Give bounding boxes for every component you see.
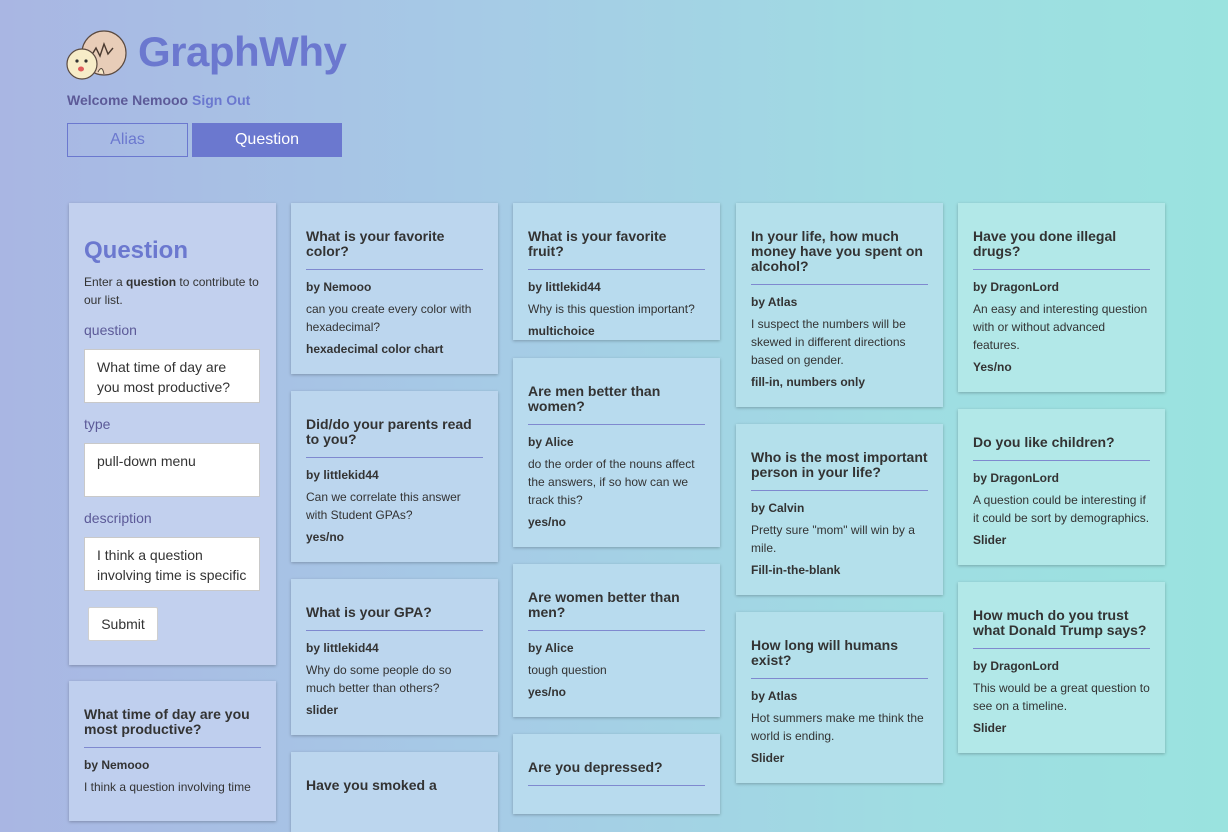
question-card[interactable]: What is your favorite color? by Nemooo c… (291, 203, 498, 374)
card-description: I think a question involving time (84, 780, 251, 794)
question-card[interactable]: How long will humans exist? by Atlas Hot… (736, 612, 943, 783)
welcome-text: Welcome Nemooo (67, 92, 189, 108)
card-type: multichoice (528, 324, 595, 338)
card-author: by DragonLord (973, 471, 1059, 485)
card-type: slider (306, 703, 339, 717)
card-description: An easy and interesting question with or… (973, 302, 1148, 352)
card-author: by littlekid44 (528, 280, 601, 294)
form-intro: Enter a question to contribute to our li… (84, 275, 259, 307)
card-author: by Nemooo (84, 758, 150, 772)
card-author: by Nemooo (306, 280, 372, 294)
submit-button[interactable]: Submit (88, 607, 158, 641)
card-title: Who is the most important person in your… (751, 450, 928, 491)
card-author: by Alice (528, 641, 574, 655)
question-card[interactable]: What time of day are you most productive… (69, 681, 276, 821)
card-description: do the order of the nouns affect the ans… (528, 457, 695, 507)
card-type: Slider (973, 721, 1007, 735)
card-title: Do you like children? (973, 435, 1150, 461)
question-card[interactable]: Do you like children? by DragonLord A qu… (958, 409, 1165, 565)
question-card[interactable]: Are you depressed? (513, 734, 720, 814)
card-title: What is your favorite color? (306, 229, 483, 270)
card-title: Did/do your parents read to you? (306, 417, 483, 458)
card-type: fill-in, numbers only (751, 375, 866, 389)
question-card[interactable]: How much do you trust what Donald Trump … (958, 582, 1165, 753)
card-description: Why do some people do so much better tha… (306, 663, 452, 695)
question-label: question (84, 322, 137, 338)
card-description: can you create every color with hexadeci… (306, 302, 472, 334)
card-title: What is your GPA? (306, 605, 483, 631)
card-description: Why is this question important? (528, 302, 695, 316)
card-description: Can we correlate this answer with Studen… (306, 490, 461, 522)
question-card[interactable]: Who is the most important person in your… (736, 424, 943, 595)
card-type: yes/no (306, 530, 345, 544)
question-card[interactable]: What is your GPA? by littlekid44 Why do … (291, 579, 498, 735)
card-title: Have you smoked a (306, 777, 437, 793)
question-card[interactable]: Are women better than men? by Alice toug… (513, 564, 720, 717)
card-title: Are you depressed? (528, 760, 705, 786)
card-title: In your life, how much money have you sp… (751, 229, 928, 285)
question-field[interactable]: What time of day are you most productive… (84, 349, 260, 403)
question-card[interactable]: In your life, how much money have you sp… (736, 203, 943, 407)
card-type: Yes/no (973, 360, 1012, 374)
description-field[interactable]: I think a question involving time is spe… (84, 537, 260, 591)
card-title: What is your favorite fruit? (528, 229, 705, 270)
card-type: Slider (751, 751, 785, 765)
card-author: by Calvin (751, 501, 805, 515)
card-author: by littlekid44 (306, 468, 379, 482)
app-title: GraphWhy (138, 28, 347, 75)
card-title: How much do you trust what Donald Trump … (973, 608, 1150, 649)
card-title: Are women better than men? (528, 590, 705, 631)
card-type: Fill-in-the-blank (751, 563, 841, 577)
question-card[interactable]: Have you done illegal drugs? by DragonLo… (958, 203, 1165, 392)
card-type: yes/no (528, 515, 567, 529)
tab-alias[interactable]: Alias (67, 123, 188, 157)
welcome-bar: Welcome Nemooo Sign Out (67, 92, 250, 108)
card-description: A question could be interesting if it co… (973, 493, 1150, 525)
type-label: type (84, 416, 111, 432)
sign-out-link[interactable]: Sign Out (192, 92, 250, 108)
question-card[interactable]: What is your favorite fruit? by littleki… (513, 203, 720, 340)
card-description: Hot summers make me think the world is e… (751, 711, 924, 743)
card-author: by Atlas (751, 295, 798, 309)
description-label: description (84, 510, 152, 526)
card-type: Slider (973, 533, 1007, 547)
card-description: tough question (528, 663, 607, 677)
type-field[interactable]: pull-down menu (84, 443, 260, 497)
card-title: Have you done illegal drugs? (973, 229, 1150, 270)
logo-icon (66, 30, 128, 82)
question-card[interactable]: Are men better than women? by Alice do t… (513, 358, 720, 547)
card-author: by littlekid44 (306, 641, 379, 655)
tab-question[interactable]: Question (192, 123, 342, 157)
card-description: This would be a great question to see on… (973, 681, 1150, 713)
card-author: by Atlas (751, 689, 798, 703)
card-description: Pretty sure "mom" will win by a mile. (751, 523, 915, 555)
card-title: Are men better than women? (528, 384, 705, 425)
card-title: What time of day are you most productive… (84, 707, 261, 748)
card-description: I suspect the numbers will be skewed in … (751, 317, 906, 367)
question-card[interactable]: Have you smoked a (291, 752, 498, 832)
card-type: hexadecimal color chart (306, 342, 444, 356)
question-card[interactable]: Did/do your parents read to you? by litt… (291, 391, 498, 562)
form-title: Question (84, 237, 189, 264)
card-author: by DragonLord (973, 280, 1059, 294)
card-author: by Alice (528, 435, 574, 449)
card-author: by DragonLord (973, 659, 1059, 673)
card-type: yes/no (528, 685, 567, 699)
card-title: How long will humans exist? (751, 638, 928, 679)
question-form: Question Enter a question to contribute … (69, 203, 276, 665)
